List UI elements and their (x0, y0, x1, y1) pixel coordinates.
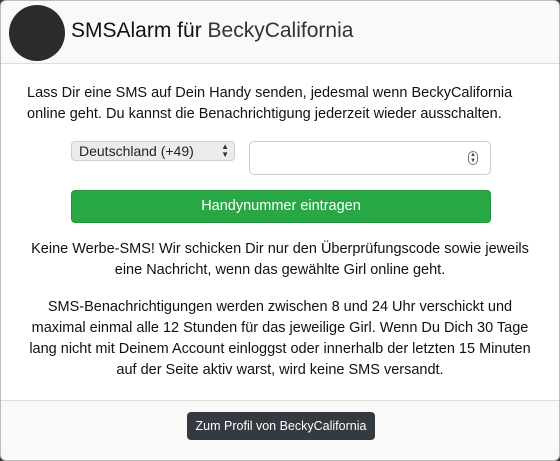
schedule-note: SMS-Benachrichtigungen werden zwischen 8… (29, 299, 531, 378)
avatar (9, 5, 65, 61)
profile-button[interactable]: Zum Profil von BeckyCalifornia (187, 412, 375, 440)
intro-text: Lass Dir eine SMS auf Dein Handy senden,… (27, 85, 513, 122)
submit-phone-button[interactable]: Handynummer eintragen (71, 190, 491, 223)
model-name: BeckyCalifornia (207, 19, 354, 42)
modal-header: SMSAlarm für BeckyCalifornia (1, 1, 559, 64)
modal-title: SMSAlarm für BeckyCalifornia (71, 17, 353, 45)
country-select[interactable]: Deutschland (+49) ▲ ▼ (71, 141, 235, 161)
sms-alarm-modal: SMSAlarm für BeckyCalifornia Lass Dir ei… (0, 0, 560, 461)
no-ads-note: Keine Werbe-SMS! Wir schicken Dir nur de… (31, 241, 529, 278)
modal-footer: Zum Profil von BeckyCalifornia (1, 400, 559, 460)
number-spinner-icon[interactable]: ▲ ▼ (468, 151, 478, 165)
phone-number-input[interactable]: ▲ ▼ (249, 141, 491, 175)
country-select-value: Deutschland (+49) (79, 143, 194, 159)
select-arrows-icon: ▲ ▼ (221, 142, 229, 159)
title-prefix: SMSAlarm für (71, 19, 202, 42)
